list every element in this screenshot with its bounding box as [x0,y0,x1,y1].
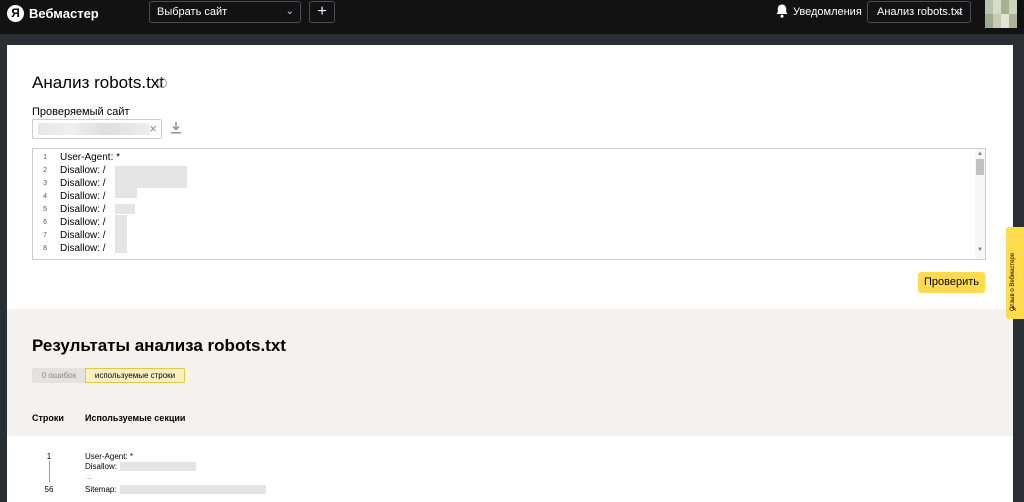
section-disallow: Disallow: [85,462,118,471]
tab-used-lines[interactable]: используемые строки [85,368,185,383]
redacted-path [115,166,187,188]
line-text: Disallow: / [60,191,106,202]
line-text: Disallow: / [60,230,106,241]
robots-editor[interactable]: 1 User-Agent: * 2 Disallow: / 3 Disallow… [32,148,986,260]
tool-select-label: Анализ robots.txt [877,6,963,18]
tool-select-dropdown[interactable]: Анализ robots.txt ⌄ [867,1,971,23]
scroll-down-icon[interactable]: ▼ [977,247,983,253]
column-header-lines: Строки [32,413,64,423]
line-number: 7 [43,232,47,239]
row-end-number: 56 [44,485,54,494]
info-icon[interactable]: i [157,78,167,88]
main-card: Анализ robots.txt i Проверяемый сайт × 1… [7,45,1013,502]
site-select-label: Выбрать сайт [157,6,228,18]
site-select-dropdown[interactable]: Выбрать сайт ⌄ [149,1,301,23]
row-start-number: 1 [46,452,52,461]
results-table: 1 56 User-Agent: * Disallow: ... Sitemap… [7,436,1013,502]
top-bar: Я Вебмастер Выбрать сайт ⌄ + Уведомления… [0,0,1024,34]
yandex-logo-icon[interactable]: Я [7,5,24,22]
scroll-up-icon[interactable]: ▲ [977,151,983,157]
line-number: 4 [43,193,47,200]
redacted-url [120,485,266,494]
section-ellipsis: ... [85,472,92,481]
line-number: 1 [43,154,47,161]
site-input[interactable]: × [32,119,162,139]
bell-icon[interactable] [774,3,790,19]
download-icon[interactable] [170,121,182,135]
section-user-agent: User-Agent: * [85,452,134,461]
results-title: Результаты анализа robots.txt [32,336,286,355]
chevron-down-icon: ⌄ [285,6,294,17]
line-text: Disallow: / [60,243,106,254]
chevron-down-icon: ⌄ [955,6,964,17]
avatar[interactable] [985,0,1017,28]
row-range-line [49,461,50,482]
line-number: 2 [43,167,47,174]
section-sitemap: Sitemap: [85,485,117,494]
app-name[interactable]: Вебмастер [29,5,99,22]
column-header-sections: Используемые секции [85,413,186,423]
feedback-tab[interactable]: ✎ Отзыв о Вебмастере [1006,227,1024,319]
line-number: 8 [43,245,47,252]
add-site-button[interactable]: + [309,1,335,23]
tab-errors[interactable]: 0 ошибок [32,368,86,383]
line-text: Disallow: / [60,204,106,215]
page-title: Анализ robots.txt [32,73,165,92]
feedback-label: Отзыв о Вебмастере [1010,252,1016,311]
editor-scrollbar[interactable]: ▲ ▼ [975,149,985,259]
line-text: User-Agent: * [60,152,121,163]
results-section: Результаты анализа robots.txt 0 ошибок и… [7,309,1013,502]
redacted-path [115,215,127,253]
line-number: 3 [43,180,47,187]
redacted-site-value [38,123,150,135]
redacted-path [120,462,196,471]
line-text: Disallow: / [60,217,106,228]
line-text: Disallow: / [60,165,106,176]
redacted-path [115,188,137,198]
site-field-label: Проверяемый сайт [32,106,130,118]
line-number: 6 [43,219,47,226]
check-button[interactable]: Проверить [918,272,985,293]
notifications-link[interactable]: Уведомления [793,6,862,18]
scroll-thumb[interactable] [976,159,984,175]
redacted-path [115,204,135,214]
clear-icon[interactable]: × [149,121,157,137]
line-text: Disallow: / [60,178,106,189]
line-number: 5 [43,206,47,213]
